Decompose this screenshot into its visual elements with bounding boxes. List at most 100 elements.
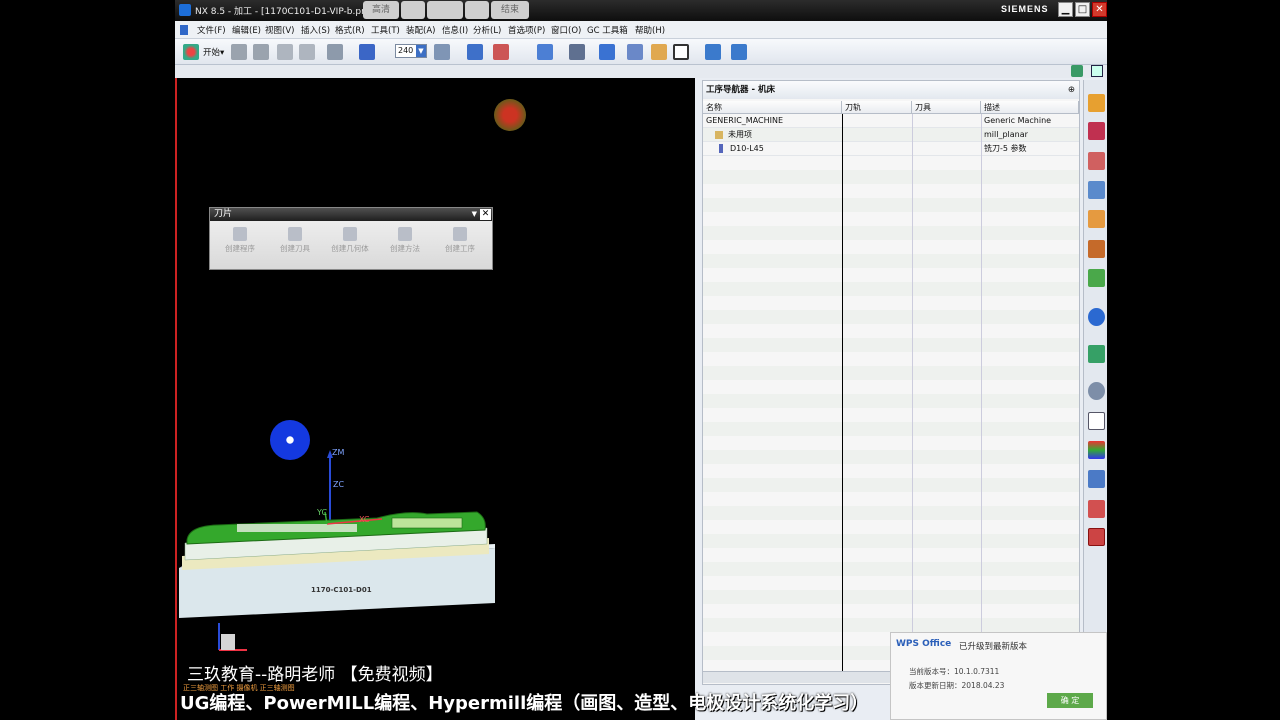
part-navigator-icon[interactable] — [1088, 152, 1105, 170]
create-operation-button[interactable]: 创建工序 — [436, 227, 484, 254]
csys-icon[interactable] — [493, 44, 509, 60]
menu-edit[interactable]: 编辑(E) — [232, 24, 261, 36]
create-tool-button[interactable]: 创建刀具 — [271, 227, 319, 254]
table-row[interactable]: D10-L45 铣刀-5 参数 — [703, 142, 1079, 156]
menu-analysis[interactable]: 分析(L) — [473, 24, 501, 36]
menu-assembly[interactable]: 装配(A) — [406, 24, 435, 36]
history-icon[interactable] — [1088, 345, 1105, 363]
menu-bar: 文件(F) 编辑(E) 视图(V) 插入(S) 格式(R) 工具(T) 装配(A… — [175, 21, 1107, 39]
menu-gc-toolbox[interactable]: GC 工具箱 — [587, 24, 628, 36]
menu-file[interactable]: 文件(F) — [197, 24, 226, 36]
snap-icon[interactable] — [467, 44, 483, 60]
clock-icon[interactable] — [1088, 382, 1105, 400]
axis-zm-label: ZM — [332, 448, 345, 457]
redo-icon[interactable] — [299, 44, 315, 60]
system-materials-icon[interactable] — [1088, 441, 1105, 459]
view-cube-icon[interactable] — [627, 44, 643, 60]
popup-header: 刀片 ▼ ✕ — [210, 208, 492, 221]
create-method-button[interactable]: 创建方法 — [381, 227, 429, 254]
operation-navigator: 工序导航器 - 机床 ⊕ 名称 刀轨 刀具 描述 GENERIC_MACHINE G… — [702, 80, 1080, 685]
popup-close-button[interactable]: ✕ — [480, 209, 491, 220]
ghost-tab-end[interactable]: 结束 — [491, 1, 529, 19]
menu-help[interactable]: 帮助(H) — [635, 24, 665, 36]
title-bar: NX 8.5 - 加工 - [1170C101-D1-VIP-b.prt ] 高… — [175, 0, 1107, 21]
graphics-window[interactable]: ZM ZC YC XC 1170-C101-D01 三玖教育--路明老师 【免费… — [175, 78, 695, 720]
wps-date: 版本更新日期：2018.04.23 — [909, 681, 1005, 690]
create-program-button[interactable]: 创建程序 — [216, 227, 264, 254]
start-icon[interactable] — [183, 44, 199, 60]
palettes-icon[interactable] — [1088, 269, 1105, 287]
ghost-tab-3[interactable] — [427, 1, 463, 19]
save-icon[interactable] — [253, 44, 269, 60]
menu-info[interactable]: 信息(I) — [442, 24, 468, 36]
axis-yc-label: YC — [317, 508, 328, 517]
roles-icon[interactable] — [1088, 500, 1105, 518]
menu-insert[interactable]: 插入(S) — [301, 24, 330, 36]
layer-settings-icon[interactable] — [651, 44, 667, 60]
minimize-button[interactable]: ▁ — [1058, 2, 1073, 17]
layer-icon[interactable] — [434, 44, 450, 60]
menu-view[interactable]: 视图(V) — [265, 24, 294, 36]
create-geometry-icon — [343, 227, 357, 241]
open-icon[interactable] — [231, 44, 247, 60]
fullscreen-icon[interactable] — [1091, 65, 1103, 77]
column-tool[interactable]: 刀具 — [912, 101, 981, 114]
tool-icon — [719, 144, 723, 153]
chevron-down-icon[interactable]: ▼ — [472, 208, 477, 221]
refresh-icon[interactable] — [1071, 65, 1083, 77]
wps-ok-button[interactable]: 确 定 — [1047, 693, 1093, 708]
fit-icon[interactable] — [537, 44, 553, 60]
reuse-library-icon[interactable] — [1088, 210, 1105, 228]
constraint-navigator-icon[interactable] — [1088, 122, 1105, 140]
pin-icon[interactable]: ⊕ — [1068, 81, 1075, 99]
table-row[interactable]: 未用项 mill_planar — [703, 128, 1079, 142]
siemens-brand: SIEMENS — [1001, 4, 1049, 14]
subtitle-banner: UG编程、PowerMILL编程、Hypermill编程（画图、造型、电极设计系… — [180, 693, 869, 714]
render-style-icon[interactable] — [673, 44, 689, 60]
operation-navigator-icon[interactable] — [1088, 181, 1105, 199]
column-divider — [981, 114, 982, 671]
resource-bar — [1083, 80, 1107, 680]
navigator-title: 工序导航器 - 机床 ⊕ — [703, 81, 1079, 99]
table-row[interactable]: GENERIC_MACHINE Generic Machine — [703, 114, 1079, 128]
create-operation-icon — [453, 227, 467, 241]
section-icon[interactable] — [705, 44, 721, 60]
create-geometry-button[interactable]: 创建几何体 — [326, 227, 374, 254]
ghost-tab-2[interactable] — [401, 1, 425, 19]
process-studio-icon[interactable] — [1088, 470, 1105, 488]
start-button[interactable]: 开始▾ — [203, 46, 224, 58]
window-title: NX 8.5 - 加工 - [1170C101-D1-VIP-b.prt ] — [195, 7, 375, 17]
web-browser-icon[interactable] — [1088, 308, 1105, 326]
assembly-navigator-icon[interactable] — [1088, 94, 1105, 112]
watermark-text: 三玖教育--路明老师 【免费视频】 — [187, 665, 443, 685]
standard-toolbar: 开始▾ 240 ▼ — [175, 39, 1107, 65]
ghost-tab-4[interactable] — [465, 1, 489, 19]
maximize-button[interactable]: □ — [1075, 2, 1090, 17]
system-scene-icon[interactable] — [1088, 528, 1105, 546]
ghost-tab-hd[interactable]: 高清 — [363, 1, 399, 19]
empty-rows — [703, 156, 1079, 671]
column-toolpath[interactable]: 刀轨 — [842, 101, 912, 114]
info-window-icon[interactable] — [1088, 412, 1105, 430]
selection-filter-icon[interactable] — [359, 44, 375, 60]
close-button[interactable]: ✕ — [1092, 2, 1107, 17]
undo-icon[interactable] — [277, 44, 293, 60]
shaded-icon[interactable] — [599, 44, 615, 60]
machine-tool-icon[interactable] — [1088, 240, 1105, 258]
menu-window[interactable]: 窗口(O) — [551, 24, 581, 36]
chevron-down-icon: ▼ — [416, 45, 426, 57]
wps-version: 当前版本号：10.1.0.7311 — [909, 667, 1000, 676]
create-tool-icon — [288, 227, 302, 241]
column-description[interactable]: 描述 — [981, 101, 1079, 114]
wps-logo: WPS Office — [896, 639, 952, 649]
command-finder-icon[interactable] — [327, 44, 343, 60]
menu-tools[interactable]: 工具(T) — [371, 24, 400, 36]
wps-headline: 已升级到最新版本 — [959, 642, 1028, 652]
zoom-select[interactable]: 240 ▼ — [395, 44, 427, 58]
column-name[interactable]: 名称 — [703, 101, 842, 114]
rotate-icon[interactable] — [569, 44, 585, 60]
menu-format[interactable]: 格式(R) — [335, 24, 365, 36]
assembly-icon[interactable] — [731, 44, 747, 60]
part-label: 1170-C101-D01 — [311, 586, 372, 594]
menu-preferences[interactable]: 首选项(P) — [508, 24, 545, 36]
